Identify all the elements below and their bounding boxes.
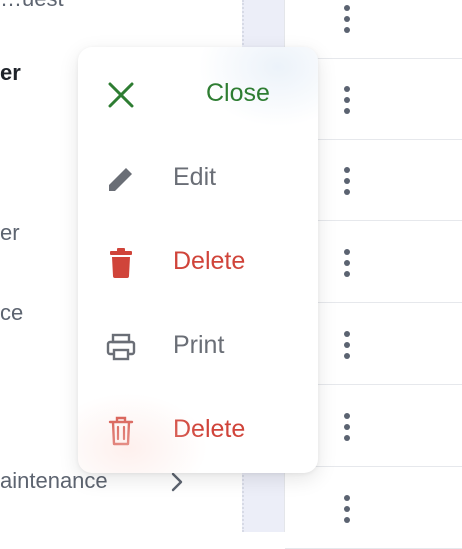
table-row xyxy=(285,468,462,549)
menu-item-label: Edit xyxy=(173,163,217,191)
more-vertical-icon[interactable] xyxy=(337,249,357,277)
more-vertical-icon[interactable] xyxy=(337,495,357,523)
printer-icon xyxy=(104,330,138,364)
menu-item-label: Close xyxy=(206,79,270,107)
list-item-label[interactable]: er xyxy=(0,60,21,86)
menu-item-label: Print xyxy=(173,331,225,359)
menu-item-label: Delete xyxy=(173,415,246,443)
menu-item-edit[interactable]: Edit xyxy=(78,147,318,207)
menu-item-label: Delete xyxy=(173,247,246,275)
more-vertical-icon[interactable] xyxy=(337,86,357,114)
close-icon xyxy=(104,78,138,112)
menu-item-delete[interactable]: Delete xyxy=(78,231,318,291)
trash-outline-icon xyxy=(104,414,138,448)
chevron-right-icon[interactable] xyxy=(170,470,184,498)
more-vertical-icon[interactable] xyxy=(337,331,357,359)
pencil-icon xyxy=(104,162,138,196)
trash-icon xyxy=(104,246,138,280)
menu-item-print[interactable]: Print xyxy=(78,315,318,375)
more-vertical-icon[interactable] xyxy=(337,167,357,195)
more-vertical-icon[interactable] xyxy=(337,413,357,441)
menu-item-close[interactable]: Close xyxy=(78,63,318,123)
menu-item-delete-outline[interactable]: Delete xyxy=(78,399,318,459)
list-item-label[interactable]: …uest xyxy=(0,0,64,12)
list-item-label[interactable]: ce xyxy=(0,300,23,326)
context-menu: Close Edit Delete Print Delete xyxy=(78,47,318,473)
more-vertical-icon[interactable] xyxy=(337,5,357,33)
list-item-label[interactable]: er xyxy=(0,220,20,246)
